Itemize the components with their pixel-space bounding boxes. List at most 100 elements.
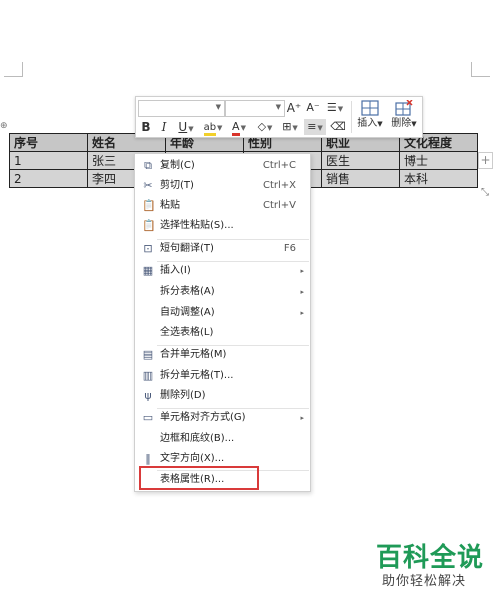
menu-item-label: 拆分单元格(T)... [160,370,234,381]
menu-item-insert[interactable]: ▦ 插入(I) ▸ [135,261,310,281]
menu-item-label: 短句翻译(T) [160,243,214,254]
underline-glyph: U [178,120,188,134]
menu-item-split-table[interactable]: 拆分表格(A) ▸ [135,282,310,302]
shrink-font-icon[interactable]: A⁻ [305,100,321,116]
menu-item-delete-column[interactable]: ψ 删除列(D) [135,386,310,406]
chevron-down-icon: ▼ [377,120,383,128]
font-color-icon[interactable]: A▼ [228,119,250,136]
table-resize-icon[interactable]: ⤡ [479,187,491,199]
borders-icon[interactable]: ⊞▼ [279,119,301,135]
submenu-arrow-icon: ▸ [300,288,304,296]
menu-item-split-cells[interactable]: ▥ 拆分单元格(T)... [135,366,310,386]
submenu-arrow-icon: ▸ [300,414,304,422]
menu-item-autofit[interactable]: 自动调整(A) ▸ [135,303,310,323]
scissors-icon: ✂ [143,179,153,192]
annotation-highlight-box [139,466,259,490]
menu-item-label: 选择性粘贴(S)... [160,220,234,231]
page-corner-mark [471,62,490,77]
chevron-down-icon: ▼ [240,124,246,132]
menu-item-paste-special[interactable]: 📋 选择性粘贴(S)... [135,216,310,236]
insert-table-icon [352,100,388,118]
menu-item-borders-shading[interactable]: 边框和底纹(B)... [135,429,310,449]
menu-item-paste[interactable]: 📋 粘贴 Ctrl+V [135,196,310,216]
table-move-handle[interactable]: ⊕ [0,122,9,131]
menu-item-shortcut: Ctrl+C [262,160,296,171]
context-menu: ⧉ 复制(C) Ctrl+C ✂ 剪切(T) Ctrl+X 📋 粘贴 Ctrl+… [134,153,311,492]
watermark-subtitle: 助你轻松解决 [382,574,467,589]
chevron-down-icon: ▼ [217,124,223,132]
split-cells-icon: ▥ [142,369,154,382]
menu-item-label: 自动调整(A) [160,307,215,318]
menu-item-copy[interactable]: ⧉ 复制(C) Ctrl+C [135,156,310,176]
copy-icon: ⧉ [144,159,152,172]
menu-item-label: 插入(I) [160,265,191,276]
insert-label: 插入 [357,118,378,129]
menu-item-label: 单元格对齐方式(G) [160,412,246,423]
menu-item-cut[interactable]: ✂ 剪切(T) Ctrl+X [135,176,310,196]
chevron-down-icon: ▼ [267,124,273,132]
watermark-logo-title: 百科全说 [376,543,485,573]
insert-button[interactable]: 插入▼ [352,100,388,134]
table-cell[interactable]: 销售 [321,169,400,188]
align-glyph: ≡ [307,120,317,133]
delete-column-icon: ψ [144,389,152,402]
merge-cells-icon: ▤ [142,348,154,361]
align-icon[interactable]: ≡▼ [304,119,326,135]
chevron-down-icon: ▼ [292,124,298,132]
chevron-down-icon: ▼ [275,103,281,111]
menu-item-cell-alignment[interactable]: ▭ 单元格对齐方式(G) ▸ [135,408,310,428]
menu-item-shortcut: Ctrl+V [262,200,296,211]
highlight-glyph: ab [203,122,217,136]
italic-icon[interactable]: I [157,119,171,135]
chevron-down-icon: ▼ [188,125,194,133]
menu-item-label: 粘贴 [160,200,180,211]
line-spacing-glyph: ☰ [326,101,337,114]
menu-item-select-table[interactable]: 全选表格(L) [135,323,310,343]
highlight-color-icon[interactable]: ab▼ [201,119,225,136]
menu-item-label: 剪切(T) [160,180,194,191]
menu-item-shortcut: Ctrl+X [262,180,296,191]
delete-table-icon [386,99,422,118]
page-corner-mark [4,62,23,77]
menu-item-label: 拆分表格(A) [160,286,215,297]
translate-icon: ⊡ [143,242,153,255]
font-name-select[interactable]: ▼ [138,100,225,117]
menu-item-label: 全选表格(L) [160,327,214,338]
paste-special-icon: 📋 [142,219,156,232]
grow-font-icon[interactable]: A⁺ [286,100,302,116]
font-color-glyph: A [232,120,240,136]
submenu-arrow-icon: ▸ [300,267,304,275]
text-direction-icon: ‖ [145,452,151,465]
chevron-down-icon: ▼ [337,105,344,113]
submenu-arrow-icon: ▸ [300,309,304,317]
table-cell[interactable]: 2 [9,169,88,188]
floating-format-toolbar: ▼ ▼ A⁺ A⁻ ☰▼ B I U▼ ab▼ A▼ ◇▼ ⊞▼ ≡▼ ⌫ 插入… [135,96,423,138]
bold-icon[interactable]: B [139,119,153,135]
chevron-down-icon: ▼ [411,120,417,128]
menu-item-label: 删除列(D) [160,390,206,401]
menu-item-translate[interactable]: ⊡ 短句翻译(T) F6 [135,239,310,259]
line-spacing-icon[interactable]: ☰▼ [324,100,346,116]
menu-item-label: 合并单元格(M) [160,349,227,360]
clipboard-icon: 📋 [142,199,156,212]
menu-item-merge-cells[interactable]: ▤ 合并单元格(M) [135,345,310,365]
insert-table-icon: ▦ [142,264,154,277]
eraser-icon[interactable]: ⌫ [330,119,346,135]
underline-icon[interactable]: U▼ [175,119,197,135]
menu-item-label: 复制(C) [160,160,195,171]
table-cell[interactable]: 医生 [321,151,400,170]
fill-color-icon[interactable]: ◇▼ [254,119,276,135]
chevron-down-icon: ▼ [317,124,323,132]
table-cell[interactable]: 序号 [9,133,88,152]
table-cell[interactable]: 博士 [399,151,478,170]
table-cell[interactable]: 1 [9,151,88,170]
cell-alignment-icon: ▭ [142,411,154,424]
fill-glyph: ◇ [257,120,267,133]
delete-button[interactable]: 删除▼ [386,99,422,134]
font-size-select[interactable]: ▼ [225,100,285,117]
delete-label: 删除 [391,118,412,129]
menu-item-shortcut: F6 [283,243,296,254]
table-cell[interactable]: 本科 [399,169,478,188]
chevron-down-icon: ▼ [215,103,221,111]
add-column-icon[interactable]: + [478,152,493,169]
